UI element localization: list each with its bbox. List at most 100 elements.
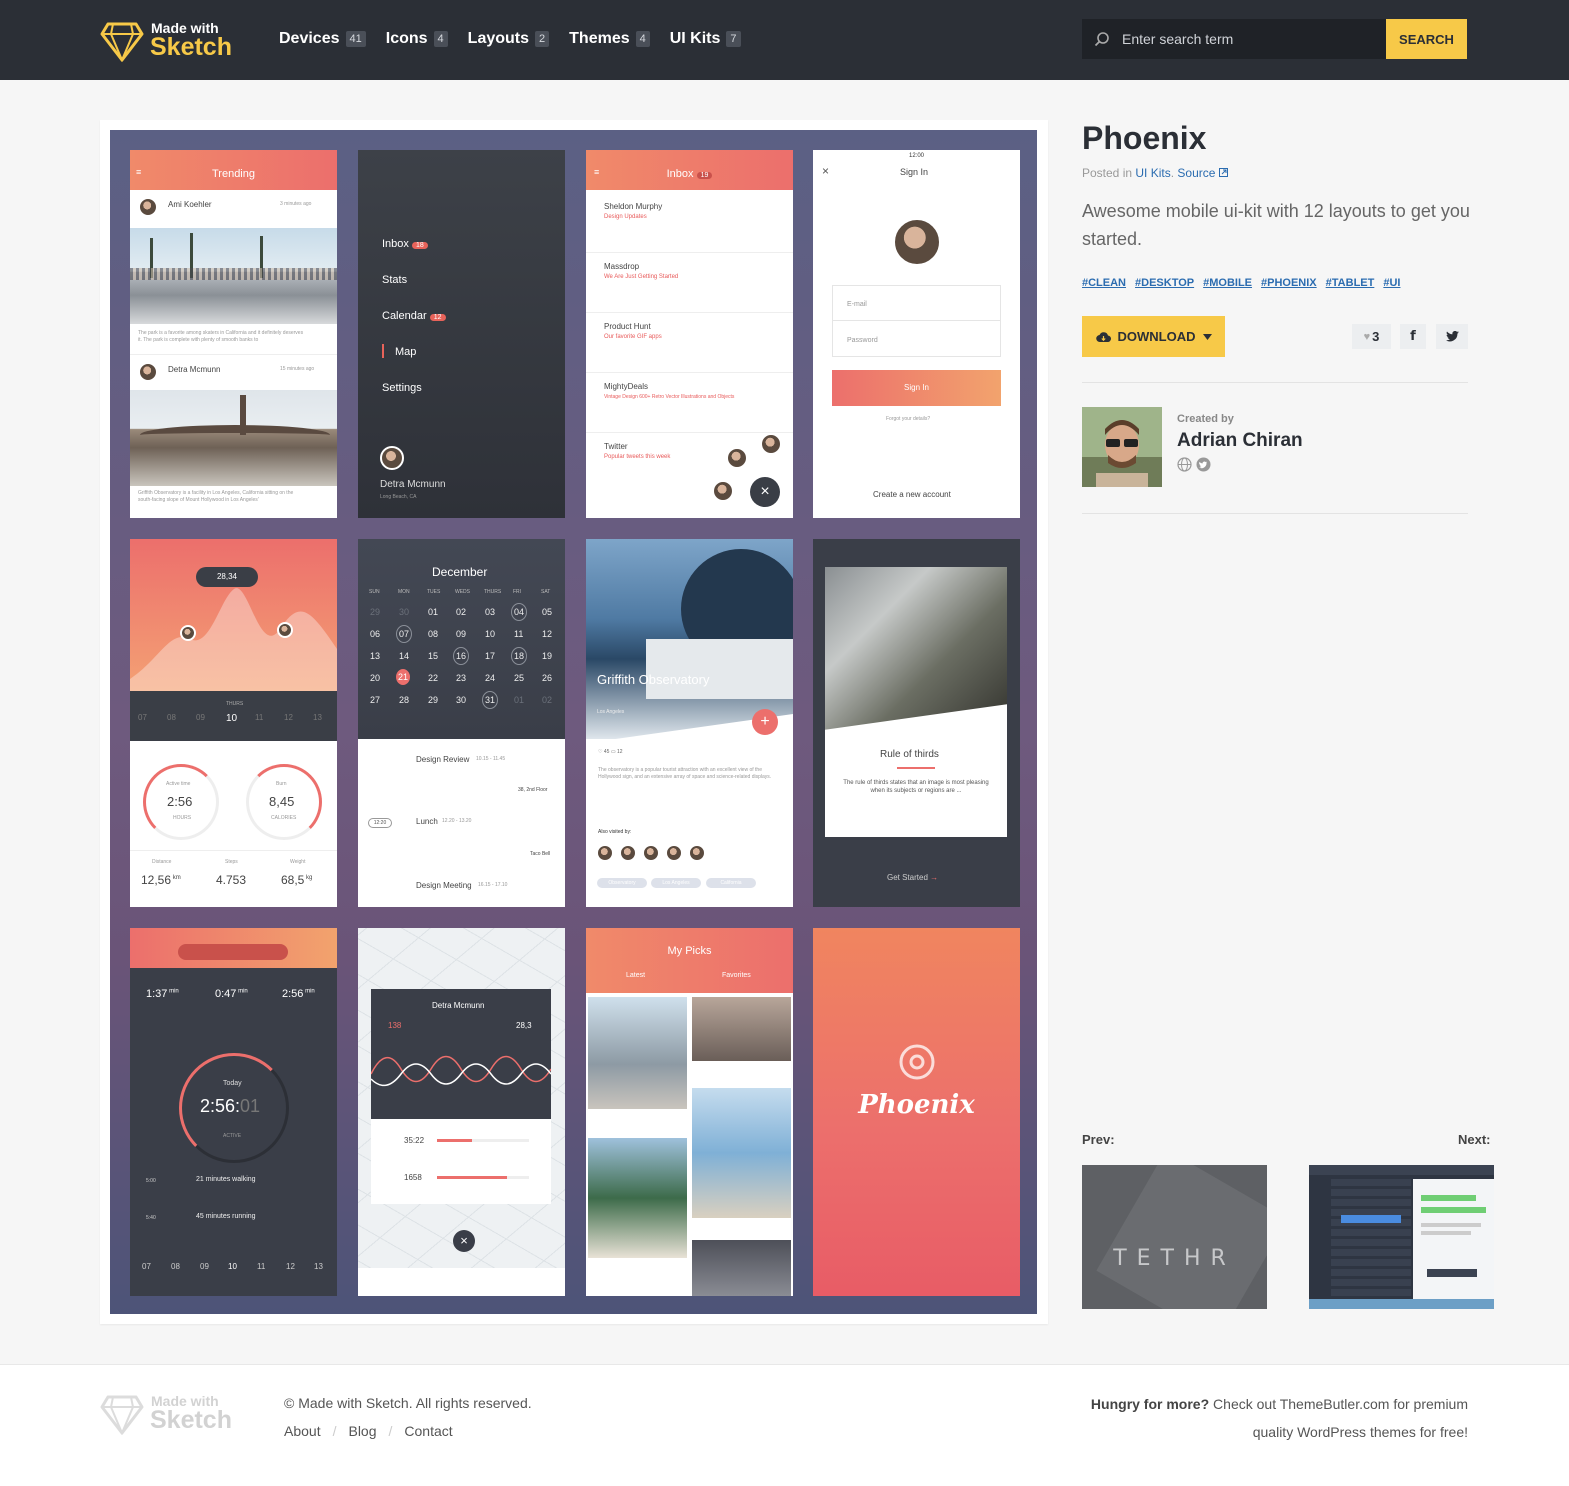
page-title: Phoenix xyxy=(1082,120,1207,156)
tag-link[interactable]: #UI xyxy=(1383,277,1400,289)
pick-photo xyxy=(692,997,791,1061)
avatar xyxy=(180,625,196,641)
download-button[interactable]: DOWNLOAD xyxy=(1082,316,1225,357)
pick-photo xyxy=(588,1138,687,1258)
tag-link[interactable]: #MOBILE xyxy=(1203,277,1252,289)
day: 13 xyxy=(313,713,322,722)
screen-map: Detra Mcmunn 138 28,3 35:22 1658 × xyxy=(358,928,565,1296)
card-value-right: 28,3 xyxy=(516,1021,532,1030)
kit-preview-image[interactable]: Trending ≡ Ami Koehler 3 minutes ago The… xyxy=(110,130,1037,1314)
footer-link-about[interactable]: About xyxy=(284,1423,321,1439)
twitter-icon xyxy=(1445,331,1459,342)
mountain-graph xyxy=(130,588,337,691)
screen-activity: 1:37 min 0:47 min 2:56 min Today 2:56:01… xyxy=(130,928,337,1296)
posted-in: Posted in UI Kits. Source xyxy=(1082,166,1228,180)
value-bubble: 28,34 xyxy=(196,567,258,587)
prev-item-thumbnail[interactable]: TETHR xyxy=(1082,1165,1267,1309)
calendar-day: 02 xyxy=(456,607,467,617)
entry-time: 5:40 xyxy=(146,1215,156,1221)
footer-promo: Hungry for more? Check out ThemeButler.c… xyxy=(1091,1390,1468,1446)
weekday-label: FRI xyxy=(513,589,522,595)
status-bar: 12:00 xyxy=(908,153,924,159)
tag-link[interactable]: #TABLET xyxy=(1326,277,1375,289)
mail-from: Massdrop xyxy=(604,262,640,271)
stat-row: 35:22 xyxy=(404,1136,425,1145)
screen-menu: Inbox 18 Stats Calendar 12 Map Settings … xyxy=(358,150,565,518)
day: 13 xyxy=(314,1262,323,1271)
twitter-share-button[interactable] xyxy=(1436,324,1468,349)
wave-graph xyxy=(371,1055,551,1087)
day: 09 xyxy=(196,713,205,722)
calendar-day: 04 xyxy=(511,603,528,621)
tag-link[interactable]: #CLEAN xyxy=(1082,277,1126,289)
nav-themes[interactable]: Themes 4 xyxy=(569,30,650,48)
nav-devices[interactable]: Devices 41 xyxy=(279,30,366,48)
search-input[interactable] xyxy=(1122,31,1372,47)
gauge-label: Today xyxy=(223,1080,242,1087)
category-link[interactable]: UI Kits xyxy=(1135,166,1170,180)
calendar-day: 24 xyxy=(485,673,496,683)
menu-item-stats: Stats xyxy=(382,274,408,286)
tag-pill: Los Angeles xyxy=(651,878,701,888)
day: 08 xyxy=(171,1262,180,1271)
nav-layouts[interactable]: Layouts 2 xyxy=(468,30,550,48)
tag-link[interactable]: #PHOENIX xyxy=(1261,277,1317,289)
entry-text: 21 minutes walking xyxy=(196,1176,256,1183)
avatar xyxy=(380,446,404,470)
next-label: Next: xyxy=(1458,1132,1491,1147)
search-button[interactable]: SEARCH xyxy=(1386,19,1467,59)
tag-link[interactable]: #DESKTOP xyxy=(1135,277,1194,289)
divider xyxy=(130,354,337,355)
mail-subject: Popular tweets this week xyxy=(604,454,671,460)
stat-value: 12,56 km xyxy=(141,873,181,887)
stat-value: 68,5 kg xyxy=(281,873,313,887)
footer-links: About / Blog / Contact xyxy=(284,1423,453,1439)
globe-icon[interactable] xyxy=(1177,457,1192,472)
calendar-day: 11 xyxy=(514,629,524,639)
promo-text[interactable]: Check out ThemeButler.com for premium xyxy=(1213,1396,1468,1412)
avatar xyxy=(277,622,293,638)
screen-sign-in: 12:00 × Sign In E-mail Password Sign In … xyxy=(813,150,1020,518)
weekday-label: MON xyxy=(398,589,410,595)
author-avatar[interactable] xyxy=(1082,407,1162,487)
facebook-share-button[interactable]: f xyxy=(1400,324,1426,349)
nav-count-badge: 7 xyxy=(726,31,741,47)
avatar xyxy=(726,447,748,469)
time-running: 0:47 min xyxy=(215,988,248,1000)
nav-ui-kits[interactable]: UI Kits 7 xyxy=(670,30,741,48)
footer-logo-big: Sketch xyxy=(150,1406,232,1434)
calendar-day: 05 xyxy=(542,607,553,617)
close-icon: × xyxy=(453,1230,475,1252)
twitter-circle-icon[interactable] xyxy=(1196,457,1211,472)
calendar-day: 17 xyxy=(485,651,496,661)
post-author: Ami Koehler xyxy=(168,200,212,209)
divider xyxy=(1082,513,1468,514)
screen-header xyxy=(130,928,337,968)
screen-title: Trending xyxy=(211,168,255,180)
visited-label: Also visited by: xyxy=(598,829,632,835)
next-item-thumbnail[interactable] xyxy=(1309,1165,1494,1309)
logo-text-big: Sketch xyxy=(150,33,232,61)
menu-item-settings: Settings xyxy=(382,382,422,394)
footer-link-contact[interactable]: Contact xyxy=(404,1423,452,1439)
gauge-value: 2:56 xyxy=(167,794,193,809)
event-title: Design Review xyxy=(416,755,470,764)
place-title: Griffith Observatory xyxy=(597,672,710,687)
skatepark-photo xyxy=(130,228,337,324)
site-logo[interactable]: Made with Sketch xyxy=(100,18,240,64)
nav-label: Devices xyxy=(279,30,340,47)
author-name[interactable]: Adrian Chiran xyxy=(1177,430,1303,452)
tab-bar xyxy=(358,1268,565,1296)
nav-icons[interactable]: Icons 4 xyxy=(386,30,448,48)
time-walking: 1:37 min xyxy=(146,988,179,1000)
footer-link-blog[interactable]: Blog xyxy=(348,1423,376,1439)
source-link[interactable]: Source xyxy=(1177,166,1228,180)
screen-title: My Picks xyxy=(667,945,712,957)
close-icon: × xyxy=(750,477,780,507)
stat-value: 4.753 xyxy=(216,873,247,887)
like-button[interactable]: ♥ 3 xyxy=(1352,324,1391,349)
menu-icon: ≡ xyxy=(594,167,600,177)
nav-count-badge: 2 xyxy=(535,31,550,47)
divider xyxy=(130,850,337,851)
avatar xyxy=(596,844,614,862)
